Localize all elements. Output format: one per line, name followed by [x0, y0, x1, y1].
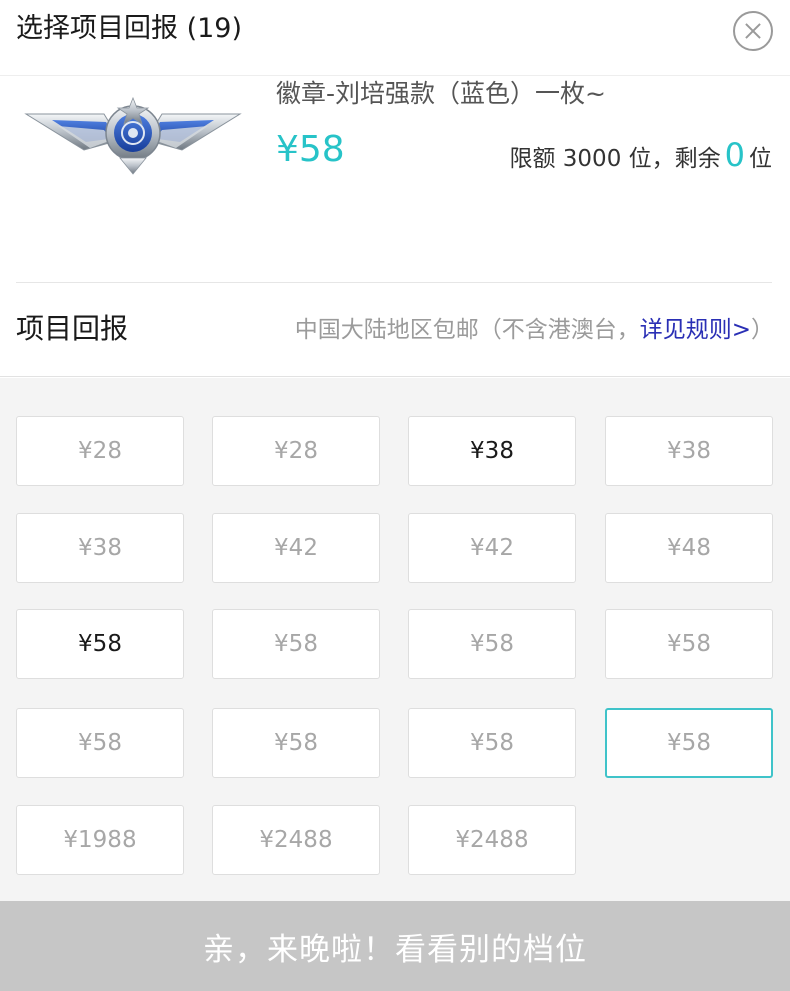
tier-option[interactable]: ¥38	[16, 513, 184, 583]
product-name: 徽章-刘培强款（蓝色）一枚~	[276, 79, 606, 108]
page-title: 选择项目回报 (19)	[16, 13, 243, 44]
product-info: 徽章-刘培强款（蓝色）一枚~ ¥58 限额 3000 位，剩余 0 位	[0, 76, 790, 282]
quota-unit: 位	[749, 146, 772, 172]
close-icon[interactable]	[733, 11, 773, 51]
tier-option[interactable]: ¥58	[212, 708, 380, 778]
tier-option[interactable]: ¥58	[16, 609, 184, 679]
tier-option[interactable]: ¥38	[605, 416, 773, 486]
reward-section-header: 项目回报 中国大陆地区包邮（不含港澳台，详见规则>）	[0, 283, 790, 377]
tier-option[interactable]: ¥42	[212, 513, 380, 583]
tier-grid: ¥28 ¥28 ¥38 ¥38 ¥38 ¥42 ¥42 ¥48 ¥58 ¥58 ¥58 ¥58 ¥58 ¥…	[0, 378, 790, 901]
rules-link[interactable]: 详见规则>	[640, 317, 751, 343]
shipping-note: 中国大陆地区包邮（不含港澳台，详见规则>）	[295, 314, 774, 346]
tier-option[interactable]: ¥58	[605, 708, 773, 778]
tier-option[interactable]: ¥58	[16, 708, 184, 778]
tier-option[interactable]: ¥28	[212, 416, 380, 486]
quota-info: 限额 3000 位，剩余 0 位	[509, 136, 772, 178]
tier-option[interactable]: ¥42	[408, 513, 576, 583]
section-title: 项目回报	[16, 312, 129, 345]
tier-option[interactable]: ¥58	[408, 609, 576, 679]
tier-option[interactable]: ¥48	[605, 513, 773, 583]
shipping-text: 中国大陆地区包邮（不含港澳台，	[294, 317, 640, 343]
shipping-close: ）	[751, 317, 774, 343]
tier-option[interactable]: ¥28	[16, 416, 184, 486]
tier-option[interactable]: ¥38	[408, 416, 576, 486]
tier-option[interactable]: ¥58	[408, 708, 576, 778]
quota-text: 限额 3000 位，剩余	[509, 146, 721, 172]
tier-option[interactable]: ¥58	[212, 609, 380, 679]
badge-image	[24, 96, 242, 175]
tier-option[interactable]: ¥2488	[212, 805, 380, 875]
tier-option[interactable]: ¥2488	[408, 805, 576, 875]
modal-header: 选择项目回报 (19)	[0, 0, 790, 76]
tier-option[interactable]: ¥1988	[16, 805, 184, 875]
tier-option[interactable]: ¥58	[605, 609, 773, 679]
product-price: ¥58	[276, 129, 345, 170]
unavailable-button[interactable]: 亲，来晚啦！看看别的档位	[0, 901, 790, 991]
remaining-count: 0	[724, 136, 745, 174]
